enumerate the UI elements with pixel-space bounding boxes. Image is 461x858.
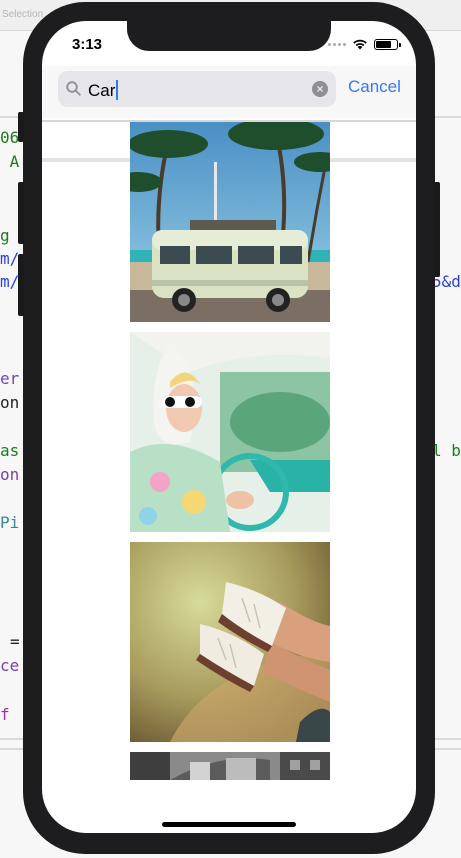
mute-switch [18,112,24,142]
cancel-button[interactable]: Cancel [348,77,401,97]
code-fragment: m/ [0,272,20,291]
search-query: Car [88,80,119,101]
result-image-sneakers[interactable] [130,542,330,742]
phone-frame: 3:13 Car × Cancel [18,2,440,854]
code-fragment: ce [0,656,20,675]
search-icon [66,81,81,96]
volume-down-button [18,254,24,316]
code-fragment: f [0,705,10,724]
cellular-signal-icon [328,42,346,46]
notch [127,21,331,51]
code-fragment: as [0,441,20,460]
battery-icon [374,38,401,50]
code-fragment: = [10,632,20,651]
code-fragment: l b [432,441,461,460]
code-fragment: on [0,393,20,412]
code-fragment: on [0,465,20,484]
code-fragment: er [0,369,20,388]
clear-search-icon[interactable]: × [312,81,328,97]
code-fragment: 06 [0,128,20,147]
home-indicator[interactable] [162,822,296,827]
code-fragment: m/ [0,249,20,268]
phone-screen: 3:13 Car × Cancel [42,21,416,833]
status-indicators [328,37,401,51]
battery-level [376,40,392,48]
result-image-woman-driving[interactable] [130,332,330,532]
volume-up-button [18,182,24,244]
background-title: Selection [2,9,44,20]
status-time: 3:13 [72,36,103,53]
wifi-icon [353,39,367,50]
result-image-city[interactable] [130,752,330,780]
code-fragment: g [0,226,10,245]
search-navbar: Car × Cancel [42,66,416,118]
code-fragment: Pi [0,513,20,532]
code-fragment: A [0,152,20,171]
search-input[interactable]: Car × [58,71,336,107]
power-button [434,182,440,277]
result-image-van[interactable] [130,122,330,322]
text-cursor [116,80,119,100]
